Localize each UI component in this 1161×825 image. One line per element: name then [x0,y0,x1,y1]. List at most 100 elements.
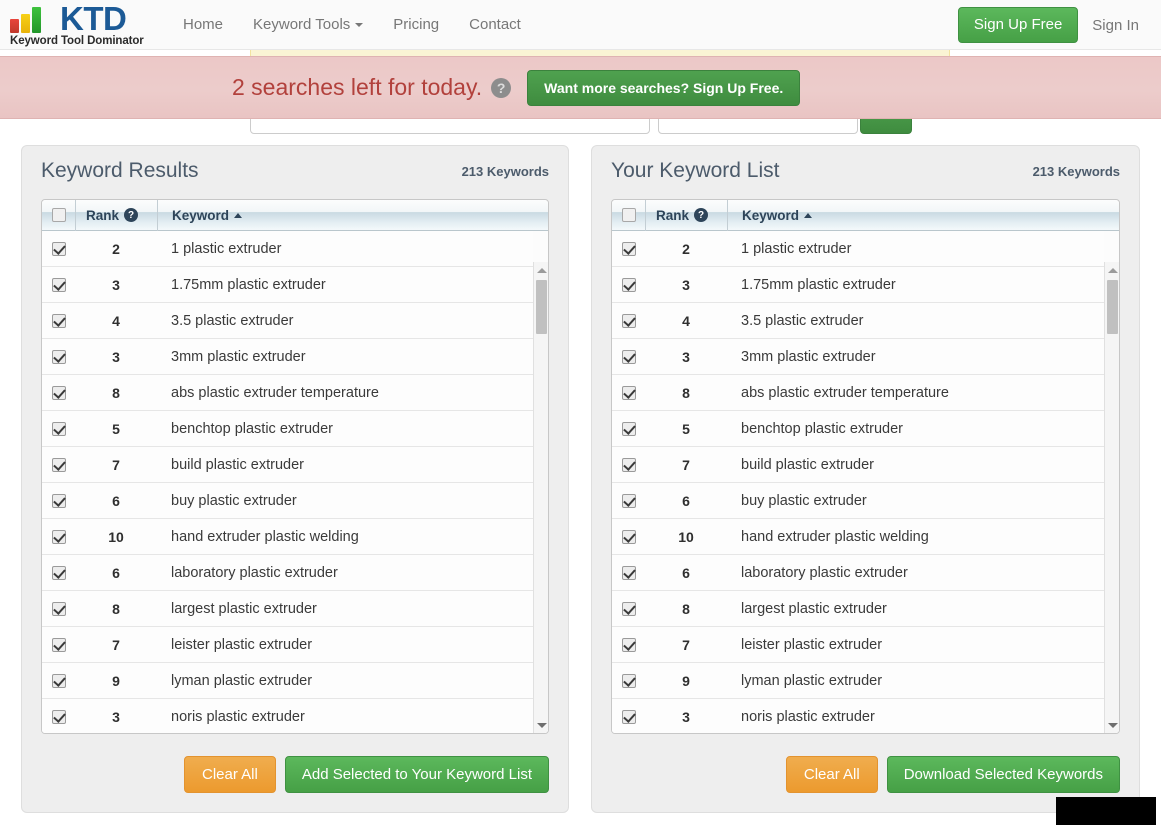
row-checkbox[interactable] [621,637,636,652]
download-selected-keywords-button[interactable]: Download Selected Keywords [886,755,1120,793]
table-row[interactable]: 8 largest plastic extruder [612,591,1104,627]
question-mark-icon[interactable]: ? [491,77,512,98]
row-select-cell [612,339,645,375]
row-checkbox[interactable] [621,565,636,580]
row-checkbox[interactable] [621,349,636,364]
row-checkbox[interactable] [621,241,636,256]
keyword-column-header[interactable]: Keyword [157,200,548,231]
table-row[interactable]: 5 benchtop plastic extruder [42,411,533,447]
row-select-cell [42,663,75,699]
table-row[interactable]: 7 build plastic extruder [612,447,1104,483]
table-row[interactable]: 6 laboratory plastic extruder [42,555,533,591]
row-checkbox[interactable] [51,313,66,328]
table-row[interactable]: 7 leister plastic extruder [42,627,533,663]
table-row[interactable]: 8 largest plastic extruder [42,591,533,627]
table-row[interactable]: 8 abs plastic extruder temperature [612,375,1104,411]
nav-item-keyword-tools-label: Keyword Tools [253,16,351,33]
row-checkbox[interactable] [51,277,66,292]
nav-item-pricing[interactable]: Pricing [378,0,454,50]
your-keyword-list-header: Your Keyword List 213 Keywords [592,146,1139,196]
clear-all-results-button[interactable]: Clear All [183,755,276,793]
table-row[interactable]: 6 buy plastic extruder [612,483,1104,519]
scroll-up-arrow-icon[interactable] [1105,262,1119,278]
add-selected-button[interactable]: Add Selected to Your Keyword List [284,755,549,793]
rank-help-icon[interactable]: ? [694,208,709,222]
table-row[interactable]: 2 1 plastic extruder [612,231,1104,267]
row-checkbox[interactable] [51,457,66,472]
keyword-column-header[interactable]: Keyword [727,200,1119,231]
table-row[interactable]: 6 buy plastic extruder [42,483,533,519]
nav-item-contact[interactable]: Contact [454,0,536,50]
row-checkbox[interactable] [51,709,66,724]
table-row[interactable]: 10 hand extruder plastic welding [612,519,1104,555]
rank-column-header[interactable]: Rank ? [75,200,157,231]
table-row[interactable]: 9 lyman plastic extruder [42,663,533,699]
table-row[interactable]: 3 3mm plastic extruder [42,339,533,375]
row-checkbox[interactable] [51,529,66,544]
row-checkbox[interactable] [621,385,636,400]
row-keyword-value: hand extruder plastic welding [171,528,359,545]
row-rank-value: 3 [112,348,120,365]
table-row[interactable]: 7 leister plastic extruder [612,627,1104,663]
row-checkbox[interactable] [51,241,66,256]
row-checkbox[interactable] [51,421,66,436]
table-row[interactable]: 3 1.75mm plastic extruder [42,267,533,303]
row-checkbox[interactable] [51,637,66,652]
nav-links: Home Keyword Tools Pricing Contact [168,0,536,50]
table-row[interactable]: 3 noris plastic extruder [612,699,1104,733]
brand-logo[interactable]: KTD Keyword Tool Dominator [10,2,160,48]
row-checkbox[interactable] [621,493,636,508]
rank-column-header[interactable]: Rank ? [645,200,727,231]
row-checkbox[interactable] [51,385,66,400]
brand-subtitle: Keyword Tool Dominator [10,34,144,47]
select-all-header-cell [42,200,75,231]
row-checkbox[interactable] [51,673,66,688]
table-row[interactable]: 6 laboratory plastic extruder [612,555,1104,591]
row-checkbox[interactable] [51,493,66,508]
table-row[interactable]: 3 1.75mm plastic extruder [612,267,1104,303]
keyword-results-footer: Clear All Add Selected to Your Keyword L… [41,749,549,799]
table-row[interactable]: 7 build plastic extruder [42,447,533,483]
table-row[interactable]: 3 noris plastic extruder [42,699,533,733]
rank-help-icon[interactable]: ? [124,208,139,222]
scroll-down-arrow-icon[interactable] [534,717,548,733]
want-more-searches-button[interactable]: Want more searches? Sign Up Free. [527,69,801,106]
table-row[interactable]: 4 3.5 plastic extruder [42,303,533,339]
row-checkbox[interactable] [51,349,66,364]
sign-up-free-button[interactable]: Sign Up Free [957,7,1079,43]
sign-in-link[interactable]: Sign In [1078,17,1153,34]
table-row[interactable]: 4 3.5 plastic extruder [612,303,1104,339]
row-checkbox[interactable] [621,313,636,328]
clear-all-list-button[interactable]: Clear All [785,755,878,793]
your-keyword-list-footer: Clear All Download Selected Keywords [611,749,1120,799]
row-checkbox[interactable] [621,277,636,292]
row-checkbox[interactable] [621,601,636,616]
brand-initials: KTD [60,0,127,37]
row-checkbox[interactable] [621,457,636,472]
row-checkbox[interactable] [621,421,636,436]
table-row[interactable]: 5 benchtop plastic extruder [612,411,1104,447]
table-row[interactable]: 10 hand extruder plastic welding [42,519,533,555]
your-keyword-list-scrollbar[interactable] [1104,262,1119,733]
nav-item-home[interactable]: Home [168,0,238,50]
nav-item-keyword-tools[interactable]: Keyword Tools [238,0,378,50]
table-row[interactable]: 3 3mm plastic extruder [612,339,1104,375]
scroll-up-arrow-icon[interactable] [534,262,548,278]
row-keyword-value: largest plastic extruder [171,600,317,617]
select-all-checkbox[interactable] [621,208,636,222]
table-row[interactable]: 8 abs plastic extruder temperature [42,375,533,411]
row-checkbox[interactable] [621,673,636,688]
scrollbar-thumb[interactable] [1107,280,1118,334]
keyword-results-scrollbar[interactable] [533,262,548,733]
row-checkbox[interactable] [621,709,636,724]
row-checkbox[interactable] [51,565,66,580]
select-all-checkbox[interactable] [51,208,66,222]
row-rank-value: 3 [682,348,690,365]
row-checkbox[interactable] [621,529,636,544]
scroll-down-arrow-icon[interactable] [1105,717,1119,733]
scrollbar-thumb[interactable] [536,280,547,334]
table-row[interactable]: 9 lyman plastic extruder [612,663,1104,699]
row-checkbox[interactable] [51,601,66,616]
row-keyword-value: 1.75mm plastic extruder [171,276,326,293]
table-row[interactable]: 2 1 plastic extruder [42,231,533,267]
